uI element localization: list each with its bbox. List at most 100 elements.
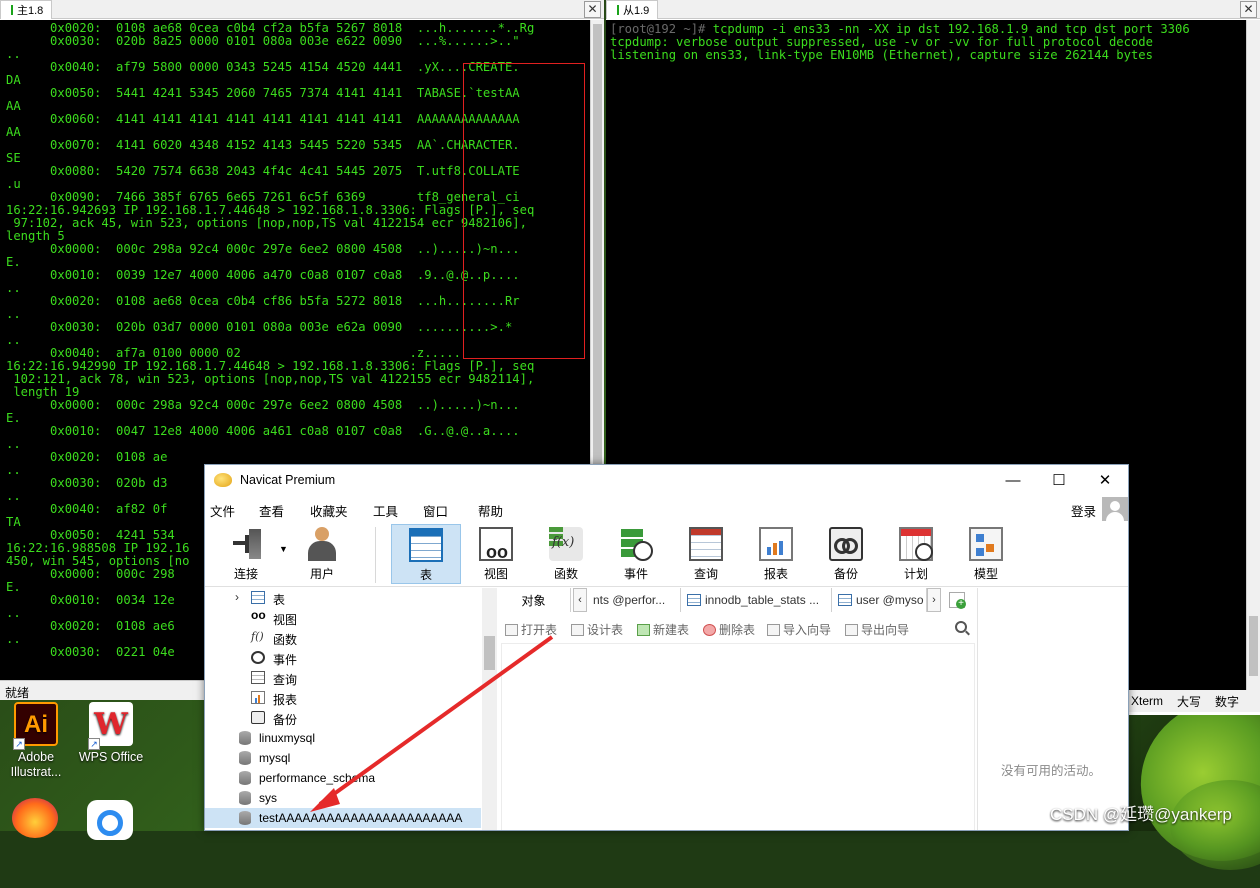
query-icon	[251, 671, 265, 684]
model-diagram-icon	[969, 527, 1003, 561]
toolbar-model-button[interactable]: 模型	[951, 524, 1021, 584]
database-icon	[239, 791, 251, 805]
report-chart-icon	[251, 691, 265, 704]
scrollbar-thumb[interactable]	[1249, 616, 1258, 676]
menu-favorites[interactable]: 收藏夹	[310, 501, 348, 520]
tree-node-queries[interactable]: 查询	[205, 668, 481, 688]
tab-label: innodb_table_stats ...	[705, 593, 820, 607]
terminal-line: 0x0040: af79 5800 0000 0343 5245 4154 45…	[6, 60, 520, 74]
tab-indicator-icon	[617, 4, 619, 15]
tab-scroll-right-button[interactable]: ›	[927, 588, 941, 612]
tab-slave[interactable]: 从1.9	[606, 0, 659, 19]
menu-window[interactable]: 窗口	[423, 501, 448, 520]
tree-db-linuxmysql[interactable]: linuxmysql	[205, 728, 481, 748]
scrollbar-thumb[interactable]	[484, 636, 495, 670]
close-tab-button[interactable]: ✕	[584, 1, 601, 18]
desktop-icon-wps-office[interactable]: W ↗ WPS Office	[76, 702, 146, 765]
navicat-window[interactable]: Navicat Premium — ☐ ✕ 文件 查看 收藏夹 工具 窗口 帮助…	[204, 464, 1129, 831]
terminal-line: 0x0030: 020b 03d7 0000 0101 080a 003e e6…	[6, 320, 513, 334]
chevron-right-icon[interactable]: ›	[235, 590, 239, 604]
menu-file[interactable]: 文件	[210, 501, 235, 520]
menu-tools[interactable]: 工具	[373, 501, 398, 520]
status-item: Xterm	[1131, 694, 1164, 708]
minimize-button[interactable]: —	[990, 465, 1036, 495]
desktop-icon-label: Adobe	[17, 750, 55, 764]
tab-master[interactable]: 主1.8	[0, 0, 53, 19]
toolbar-query-button[interactable]: 查询	[671, 524, 741, 584]
design-table-button[interactable]: 设计表	[571, 621, 623, 638]
close-tab-button[interactable]: ✕	[1240, 1, 1257, 18]
export-wizard-button[interactable]: 导出向导	[845, 621, 909, 638]
database-icon	[239, 731, 251, 745]
tree-node-views[interactable]: 视图	[205, 608, 481, 628]
tree-node-tables[interactable]: › 表	[205, 588, 481, 608]
toolbar-table-button[interactable]: 表	[391, 524, 461, 584]
tab-label: 从1.9	[623, 4, 650, 17]
import-icon	[767, 623, 780, 636]
menu-help[interactable]: 帮助	[478, 501, 503, 520]
navigation-tree[interactable]: ›表 视图 函数 事件 查询 报表 备份 linuxmysql mysql pe…	[205, 588, 484, 830]
terminal-line: 0x0070: 4141 6020 4348 4152 4143 5445 52…	[6, 138, 520, 152]
tab-innodb-table-stats[interactable]: innodb_table_stats ...	[681, 588, 832, 612]
tree-node-label: 表	[273, 593, 286, 607]
main-toolbar: 连接▼ 用户 表 视图 函数 事件 查询 报表 备份 计划 模型	[205, 521, 1128, 587]
toolbar-label: 备份	[833, 567, 858, 581]
tree-node-functions[interactable]: 函数	[205, 628, 481, 648]
delete-table-button[interactable]: 删除表	[703, 621, 755, 638]
maximize-button[interactable]: ☐	[1036, 465, 1082, 495]
button-label: 导出向导	[861, 623, 910, 637]
tree-db-sys[interactable]: sys	[205, 788, 481, 808]
terminal-line: 0x0030: 020b 8a25 0000 0101 080a 003e e6…	[6, 34, 520, 48]
tab-label: user @myso	[856, 593, 924, 607]
desktop-icon-adobe-illustrator[interactable]: Ai ↗ Adobe Illustrat...	[1, 702, 71, 780]
database-icon	[239, 751, 251, 765]
toolbar-schedule-button[interactable]: 计划	[881, 524, 951, 584]
navicat-logo-icon	[214, 473, 232, 487]
login-link[interactable]: 登录	[1071, 501, 1096, 520]
terminal-line: 0x0080: 5420 7574 6638 2043 4f4c 4c41 54…	[6, 164, 520, 178]
terminal-line: 0x0040: af82 0f	[6, 502, 168, 516]
tree-db-label: performance_schema	[259, 771, 376, 785]
tab-performance-schema[interactable]: nts @perfor...	[587, 588, 681, 612]
avatar-icon[interactable]	[1102, 497, 1128, 521]
close-button[interactable]: ✕	[1082, 465, 1128, 495]
app-shortcut-icon[interactable]	[87, 800, 133, 840]
toolbar-event-button[interactable]: 事件	[601, 524, 671, 584]
tab-objects[interactable]: 对象	[497, 588, 571, 612]
tree-node-reports[interactable]: 报表	[205, 688, 481, 708]
new-tab-icon[interactable]: +	[949, 592, 966, 609]
title-bar[interactable]: Navicat Premium — ☐ ✕	[205, 465, 1128, 495]
toolbar-view-button[interactable]: 视图	[461, 524, 531, 584]
tree-node-backups[interactable]: 备份	[205, 708, 481, 728]
open-table-button[interactable]: 打开表	[505, 621, 557, 638]
new-table-button[interactable]: 新建表	[637, 621, 689, 638]
toolbar-backup-button[interactable]: 备份	[811, 524, 881, 584]
firefox-icon[interactable]	[12, 798, 58, 838]
tree-scrollbar[interactable]	[482, 588, 497, 830]
object-list-area[interactable]	[501, 643, 975, 830]
tree-db-test-selected[interactable]: testAAAAAAAAAAAAAAAAAAAAAAA	[205, 808, 481, 828]
toolbar-label: 用户	[309, 567, 334, 581]
object-toolbar: 打开表 设计表 新建表 删除表 导入向导 导出向导	[497, 617, 977, 641]
terminal-line: 0x0010: 0034 12e	[6, 593, 175, 607]
database-icon	[239, 771, 251, 785]
vertical-scrollbar[interactable]	[1246, 20, 1260, 690]
tree-node-label: 事件	[273, 653, 298, 667]
toolbar-connection-button[interactable]: 连接 ▼	[211, 524, 288, 584]
toolbar-label: 报表	[763, 567, 788, 581]
tab-user-mysql[interactable]: user @myso	[832, 588, 927, 612]
menu-view[interactable]: 查看	[259, 501, 284, 520]
toolbar-report-button[interactable]: 报表	[741, 524, 811, 584]
import-wizard-button[interactable]: 导入向导	[767, 621, 831, 638]
toolbar-label: 查询	[693, 567, 718, 581]
toolbar-user-button[interactable]: 用户	[287, 524, 357, 584]
delete-table-icon	[703, 623, 716, 636]
tree-db-label: linuxmysql	[259, 731, 316, 745]
toolbar-function-button[interactable]: 函数	[531, 524, 601, 584]
tree-node-events[interactable]: 事件	[205, 648, 481, 668]
tree-db-mysql[interactable]: mysql	[205, 748, 481, 768]
search-icon[interactable]	[955, 621, 967, 633]
toolbar-label: 模型	[973, 567, 998, 581]
tab-scroll-left-button[interactable]: ‹	[573, 588, 587, 612]
tree-db-performance-schema[interactable]: performance_schema	[205, 768, 481, 788]
